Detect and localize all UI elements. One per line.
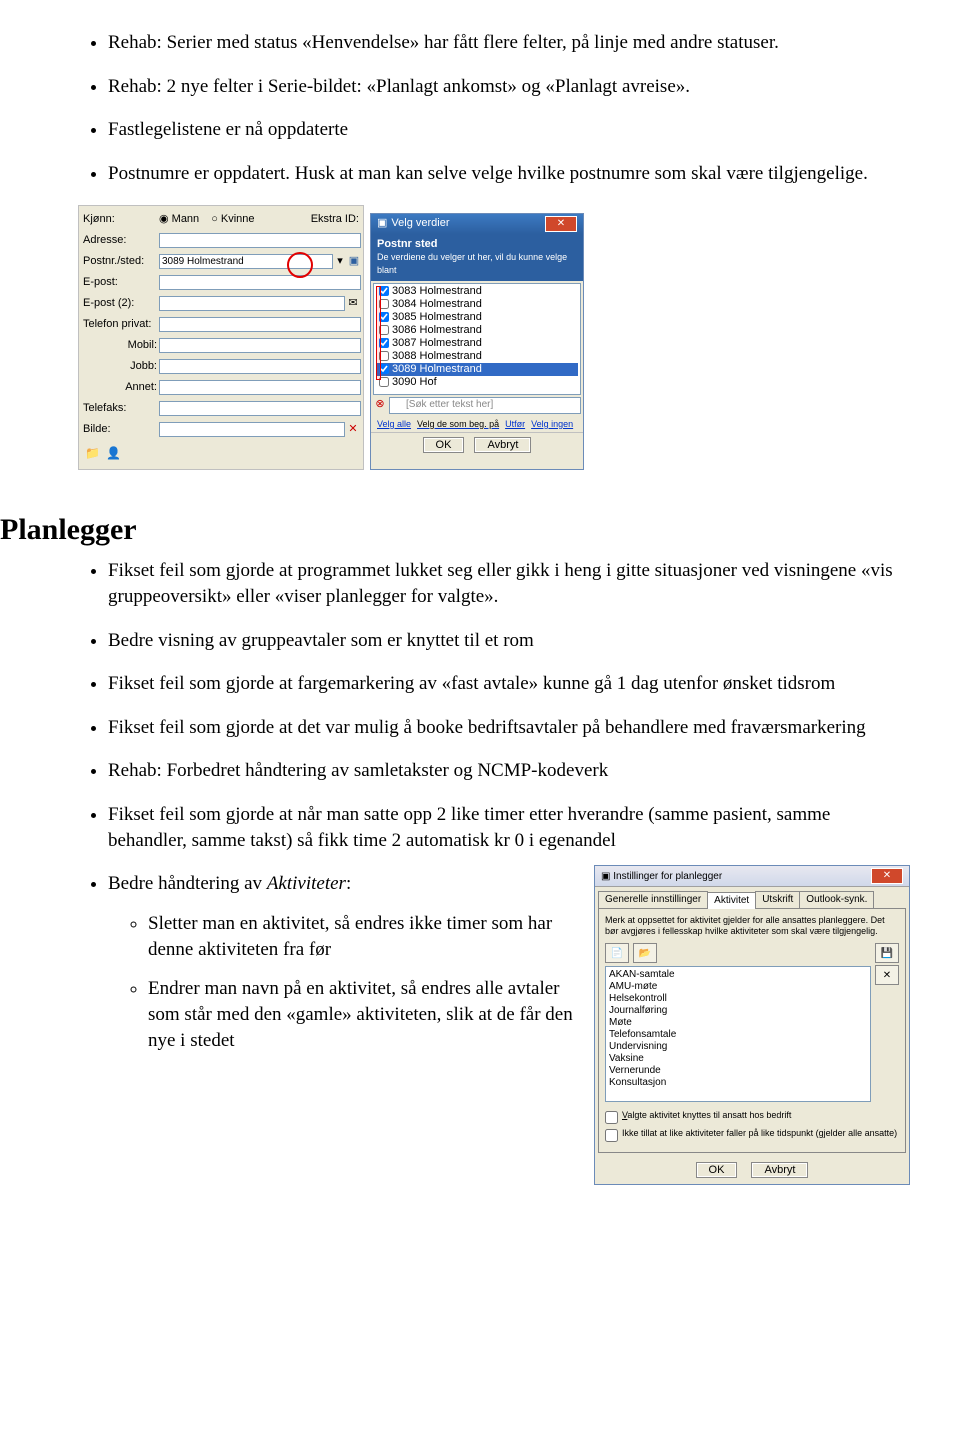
field-epost2[interactable] [159, 296, 345, 311]
radio-mann[interactable]: ◉ Mann [159, 212, 211, 227]
label-annet: Annet: [83, 380, 159, 395]
tab[interactable]: Generelle innstillinger [598, 891, 708, 908]
list-item[interactable]: 3084 Holmestrand [376, 298, 578, 311]
aktivitet-list[interactable]: AKAN-samtaleAMU-møteHelsekontrollJournal… [605, 966, 871, 1102]
bullet: Fikset feil som gjorde at det var mulig … [108, 715, 910, 741]
tab[interactable]: Outlook-synk. [799, 891, 874, 908]
filter-icon[interactable]: ▣ [347, 254, 361, 269]
list-item[interactable]: AMU-møte [609, 980, 867, 992]
label-mobil: Mobil: [83, 338, 159, 353]
highlight-strip [376, 286, 381, 380]
link-velg-ingen[interactable]: Velg ingen [531, 418, 573, 430]
list-item[interactable]: 3089 Holmestrand [376, 363, 578, 376]
list-item[interactable]: Telefonsamtale [609, 1028, 867, 1040]
open-icon[interactable]: 📂 [633, 943, 657, 963]
popup-subtext: De verdiene du velger ut her, vil du kun… [377, 252, 567, 274]
text-velg-beg: Velg de som beg. på [417, 418, 499, 430]
bullet: Fikset feil som gjorde at fargemarkering… [108, 671, 910, 697]
label-telefaks: Telefaks: [83, 401, 159, 416]
close-icon[interactable]: ✕ [545, 216, 577, 232]
new-icon[interactable]: 📄 [605, 943, 629, 963]
label-ekstra: Ekstra ID: [311, 212, 361, 227]
bullet: Rehab: Serier med status «Henvendelse» h… [108, 30, 910, 56]
delete-icon[interactable]: ✕ [345, 422, 361, 437]
list-item[interactable]: Journalføring [609, 1004, 867, 1016]
list-item[interactable]: 3083 Holmestrand [376, 285, 578, 298]
list-item[interactable]: Helsekontroll [609, 992, 867, 1004]
label-jobb: Jobb: [83, 359, 159, 374]
list-item[interactable]: Vaksine [609, 1052, 867, 1064]
list-item[interactable]: AKAN-samtale [609, 968, 867, 980]
bullet: Fikset feil som gjorde at programmet luk… [108, 558, 910, 609]
popup-list[interactable]: 3083 Holmestrand3084 Holmestrand3085 Hol… [373, 283, 581, 395]
label-epost: E-post: [83, 275, 159, 290]
field-epost[interactable] [159, 275, 361, 290]
field-bilde[interactable] [159, 422, 345, 437]
popup-title: Velg verdier [391, 216, 449, 231]
bullet: Bedre visning av gruppeavtaler som er kn… [108, 628, 910, 654]
checkbox-label: Valgte aktivitet knyttes til ansatt hos … [622, 1110, 791, 1121]
checkbox-ikke-tillat[interactable] [605, 1129, 618, 1142]
list-item[interactable]: 3086 Holmestrand [376, 324, 578, 337]
panel-info: Merk at oppsettet for aktivitet gjelder … [605, 915, 899, 938]
clear-search-icon[interactable]: ⊗ [373, 397, 387, 414]
screenshot-postnumre: Kjønn: ◉ Mann ○ Kvinne Ekstra ID: Adress… [78, 205, 910, 470]
screenshot-aktiviteter: ▣ Instillinger for planlegger ✕ Generell… [594, 865, 910, 1185]
tab[interactable]: Utskrift [755, 891, 800, 908]
bullet-aktiviteter: ▣ Instillinger for planlegger ✕ Generell… [108, 871, 910, 1185]
field-jobb[interactable] [159, 359, 361, 374]
label-epost2: E-post (2): [83, 296, 159, 311]
list-item[interactable]: 3085 Holmestrand [376, 311, 578, 324]
search-input[interactable]: [Søk etter tekst her] [389, 397, 581, 414]
save-icon[interactable]: 💾 [875, 943, 899, 963]
label-adresse: Adresse: [83, 233, 159, 248]
delete-icon[interactable]: ✕ [875, 965, 899, 985]
popup-velg-verdier: ▣ Velg verdier ✕ Postnr sted De verdiene … [370, 213, 584, 470]
popup-subheading: Postnr sted [377, 238, 438, 250]
list-item[interactable]: 3087 Holmestrand [376, 337, 578, 350]
tab[interactable]: Aktivitet [707, 892, 756, 909]
label-postnr: Postnr./sted: [83, 254, 159, 269]
field-postnr[interactable]: 3089 Holmestrand [159, 254, 333, 269]
avbryt-button[interactable]: Avbryt [474, 437, 531, 453]
checkbox-label: Ikke tillat at like aktiviteter faller p… [622, 1128, 897, 1139]
label-bilde: Bilde: [83, 422, 159, 437]
bullet: Fikset feil som gjorde at når man satte … [108, 802, 910, 853]
bullet: Rehab: Forbedret håndtering av samletaks… [108, 758, 910, 784]
list-item[interactable]: 3088 Holmestrand [376, 350, 578, 363]
list-item[interactable]: 3090 Hof [376, 376, 578, 389]
field-mobil[interactable] [159, 338, 361, 353]
mail-icon[interactable]: ✉ [345, 296, 361, 311]
radio-kvinne[interactable]: ○ Kvinne [211, 212, 266, 227]
folder-icon[interactable]: 📁 [85, 445, 100, 461]
window-icon: ▣ [377, 216, 387, 231]
link-utfor[interactable]: Utfør [505, 418, 525, 430]
list-item[interactable]: Konsultasjon [609, 1076, 867, 1088]
window-icon: ▣ [601, 871, 610, 882]
field-tlf[interactable] [159, 317, 361, 332]
label-kjonn: Kjønn: [83, 212, 159, 227]
field-telefaks[interactable] [159, 401, 361, 416]
label-tlf: Telefon privat: [83, 317, 159, 332]
list-item[interactable]: Undervisning [609, 1040, 867, 1052]
avbryt-button[interactable]: Avbryt [751, 1162, 808, 1178]
bullet: Fastlegelistene er nå oppdaterte [108, 117, 910, 143]
field-annet[interactable] [159, 380, 361, 395]
bullet: Rehab: 2 nye felter i Serie-bildet: «Pla… [108, 74, 910, 100]
bullet: Postnumre er oppdatert. Husk at man kan … [108, 161, 910, 187]
link-velg-alle[interactable]: Velg alle [377, 418, 411, 430]
user-icon[interactable]: 👤 [106, 445, 121, 461]
section-heading: Planlegger [0, 510, 910, 551]
field-adresse[interactable] [159, 233, 361, 248]
dropdown-icon[interactable]: ▾ [333, 254, 347, 269]
close-icon[interactable]: ✕ [871, 868, 903, 884]
list-item[interactable]: Møte [609, 1016, 867, 1028]
checkbox-knyttes-bedrift[interactable] [605, 1111, 618, 1124]
ok-button[interactable]: OK [423, 437, 465, 453]
ok-button[interactable]: OK [696, 1162, 738, 1178]
win2-title: Instillinger for planlegger [613, 871, 722, 882]
list-item[interactable]: Vernerunde [609, 1064, 867, 1076]
